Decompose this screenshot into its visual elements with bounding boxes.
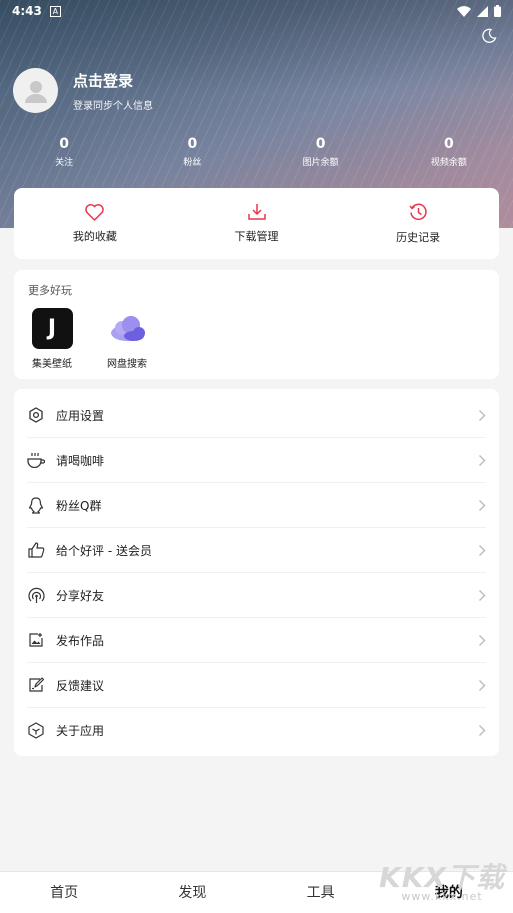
thumbs-up-icon [27, 541, 45, 559]
login-subtitle: 登录同步个人信息 [73, 100, 153, 112]
stat-video-balance[interactable]: 0 视频余额 [385, 136, 513, 168]
share-icon [27, 586, 45, 604]
downloads-label: 下载管理 [234, 230, 279, 243]
menu-item-feedback[interactable]: 反馈建议 [27, 663, 486, 708]
menu-label: 粉丝Q群 [56, 498, 102, 513]
menu-item-app-settings[interactable]: 应用设置 [27, 393, 486, 438]
stat-label: 粉丝 [183, 158, 202, 168]
stat-value: 0 [59, 136, 69, 152]
downloads-button[interactable]: 下载管理 [176, 188, 338, 259]
menu-item-buy-coffee[interactable]: 请喝咖啡 [27, 438, 486, 483]
download-icon [247, 204, 266, 220]
settings-menu: 应用设置 请喝咖啡 粉丝Q群 给个好评 - 送会员 分享好友 发布作品 反馈建议… [14, 389, 499, 756]
chevron-right-icon [479, 544, 486, 556]
stats-row: 0 关注 0 粉丝 0 图片余额 0 视频余额 [0, 136, 513, 168]
tab-home[interactable]: 首页 [0, 872, 128, 913]
chevron-right-icon [479, 409, 486, 421]
menu-label: 应用设置 [56, 408, 105, 423]
wifi-icon [457, 5, 471, 17]
more-fun-card: 更多好玩 J 集美壁纸 网盘搜索 [14, 270, 499, 379]
app-label: 网盘搜索 [107, 359, 147, 370]
chevron-right-icon [479, 725, 486, 736]
chevron-right-icon [479, 634, 486, 646]
menu-item-about-app[interactable]: 关于应用 [27, 708, 486, 753]
tab-discover[interactable]: 发现 [128, 872, 256, 913]
stat-label: 视频余额 [430, 158, 467, 168]
jimei-logo-icon: J [31, 308, 73, 349]
menu-item-fan-qq-group[interactable]: 粉丝Q群 [27, 483, 486, 528]
menu-label: 分享好友 [56, 588, 105, 603]
app-label: 集美壁纸 [32, 359, 72, 370]
more-fun-title: 更多好玩 [28, 284, 72, 297]
site-watermark: KKX下载 www.kkx.net [379, 856, 505, 903]
app-netdisk-search[interactable]: 网盘搜索 [97, 308, 157, 370]
stat-label: 关注 [55, 158, 74, 168]
stat-fans[interactable]: 0 粉丝 [128, 136, 256, 168]
history-label: 历史记录 [396, 230, 441, 244]
gear-icon [27, 406, 45, 424]
menu-item-share-friends[interactable]: 分享好友 [27, 573, 486, 618]
chevron-right-icon [479, 499, 486, 511]
status-bar: 4:43 A [0, 0, 513, 22]
publish-icon [27, 631, 45, 649]
history-icon [409, 203, 427, 220]
qq-icon [27, 496, 45, 514]
chevron-right-icon [479, 454, 486, 466]
stat-value: 0 [444, 136, 454, 152]
stat-label: 图片余额 [302, 158, 339, 168]
menu-label: 给个好评 - 送会员 [56, 543, 152, 558]
stat-following[interactable]: 0 关注 [0, 136, 128, 168]
battery-icon [494, 5, 501, 17]
status-time: 4:43 [12, 4, 42, 18]
history-button[interactable]: 历史记录 [337, 188, 499, 259]
moon-icon[interactable] [481, 28, 497, 48]
feedback-icon [27, 676, 45, 694]
stat-value: 0 [315, 136, 326, 152]
login-profile[interactable]: 点击登录 登录同步个人信息 [13, 68, 153, 113]
chevron-right-icon [479, 679, 486, 691]
menu-label: 发布作品 [56, 633, 105, 648]
tab-tools[interactable]: 工具 [257, 872, 385, 913]
quick-actions-card: 我的收藏 下载管理 历史记录 [14, 188, 499, 259]
avatar[interactable] [13, 68, 58, 113]
menu-label: 反馈建议 [56, 678, 105, 693]
user-icon [24, 80, 47, 103]
login-title[interactable]: 点击登录 [73, 70, 153, 91]
about-icon [27, 722, 45, 740]
signal-icon [477, 5, 488, 17]
favorites-label: 我的收藏 [72, 229, 117, 243]
cloud-icon [110, 316, 145, 341]
menu-item-publish-work[interactable]: 发布作品 [27, 618, 486, 663]
heart-icon [85, 203, 105, 221]
menu-label: 关于应用 [56, 724, 105, 738]
menu-item-rate-app[interactable]: 给个好评 - 送会员 [27, 528, 486, 573]
stat-image-balance[interactable]: 0 图片余额 [257, 136, 385, 168]
stat-value: 0 [187, 136, 198, 152]
chevron-right-icon [479, 589, 486, 601]
menu-label: 请喝咖啡 [56, 453, 105, 468]
notification-icon: A [49, 5, 61, 17]
coffee-icon [27, 451, 45, 469]
app-jimei-wallpaper[interactable]: J 集美壁纸 [22, 308, 82, 370]
favorites-button[interactable]: 我的收藏 [14, 188, 176, 259]
